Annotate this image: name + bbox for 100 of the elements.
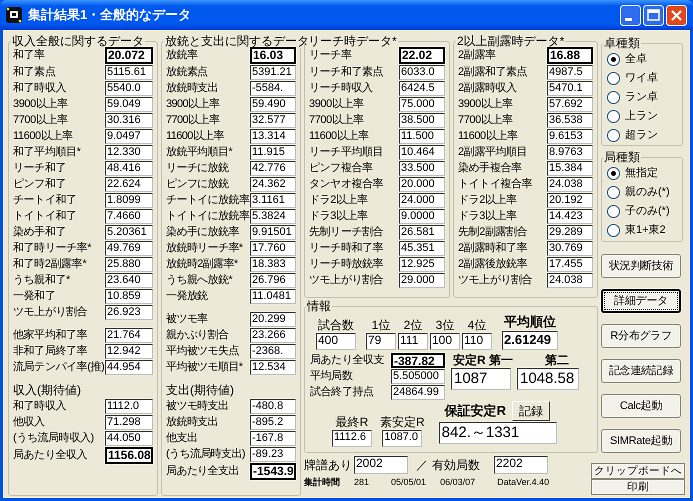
field-label: 安定R 第一 [452,352,514,368]
value-field: 16.88 [547,46,593,64]
field-label: 3900以上率 [166,97,220,111]
value-field: 48.416 [105,160,153,176]
value-field: 59.049 [105,96,153,112]
value-field: 13.314 [250,128,296,144]
field-label: 保証安定R [444,402,506,420]
action-button[interactable]: 記念連続記録 [601,359,681,383]
value-field: 5470.1 [547,80,593,96]
value-field: 24.362 [250,176,296,192]
value-field: 110 [462,333,492,350]
value-field: 3.1161 [250,192,296,208]
field-label: ツモ上がり割合 [13,305,88,319]
record-button[interactable]: 記録 [512,401,550,421]
field-label: ドラ3以上率 [458,209,517,223]
value-field: 44.954 [105,360,153,374]
value-field: -89.23 [250,446,296,462]
value-field: 23.640 [105,272,153,288]
value-field: 1087 [451,368,511,390]
field-label: 放銃平均順目* [166,145,232,159]
field-label: リーチ時放銃率 [309,257,384,271]
field-label: 2副露時収入 [458,81,517,95]
field-label: リーチ時収入 [309,81,373,95]
radio-label: 東1+東2 [625,223,666,238]
action-button[interactable]: R分布グラフ [601,324,681,348]
value-field: 12.925 [399,256,445,272]
field-label: 他支出 [166,431,198,445]
group-title: 2以上副露時データ* [456,34,566,48]
value-field: 30.769 [547,240,593,256]
maximize-icon[interactable] [643,4,664,26]
field-label: 2副露時和了率 [458,241,528,255]
value-field: 24.038 [547,272,593,288]
radio-button[interactable] [607,110,620,123]
field-label: 4位 [468,317,486,333]
field-label: 2副露和了素点 [458,65,528,79]
field-label: 2位 [404,317,422,333]
value-field: 26.796 [250,272,296,288]
radio-button[interactable] [607,186,620,199]
radio-button[interactable] [607,167,620,180]
radio-label: 上ラン [625,109,658,124]
field-label: 染め手和了 [13,225,66,239]
field-label: リーチ和了素点 [309,65,384,79]
field-label: 平均被ツモ順目* [166,360,242,374]
radio-label: 子のみ(*) [625,204,670,220]
value-field: 16.03 [250,46,296,64]
field-label: 1位 [372,317,390,333]
radio-button[interactable] [607,72,620,85]
value-field: 17.455 [547,256,593,272]
value-field: 24.038 [547,176,593,192]
radio-button[interactable] [607,129,620,142]
field-label: (うち流局時支出) [166,447,245,461]
field-label: 放銃時支出 [166,415,218,429]
value-field: 12.942 [105,344,153,358]
field-label: 被ツモ率 [166,312,208,326]
field-label: 平均被ツモ失点 [166,344,239,358]
action-button[interactable]: SIMRate起動 [601,429,681,453]
minimize-icon[interactable] [620,4,641,26]
field-label: 3位 [436,317,454,333]
value-field: -387.82 [391,352,445,368]
radio-button[interactable] [607,91,620,104]
group-title: 収入全般に関するデータ [11,34,145,48]
value-field: 59.490 [250,96,296,112]
version-text: DataVer.4.40 [497,476,550,488]
value-field: 5.505000 [391,368,445,384]
value-field: 29.289 [547,224,593,240]
value-field: 11.0481 [250,288,296,304]
field-label: 局あたり全収入 [13,448,88,462]
field-label: リーチ平均順目 [309,145,384,159]
radio-label: 全卓 [625,52,647,68]
print-button[interactable]: 印刷 [591,479,685,495]
action-button[interactable]: 詳細データ [601,289,681,313]
value-field: 5.3824 [250,208,296,224]
value-field: 2.61249 [502,331,558,350]
value-field: 5115.61 [105,64,153,80]
field-label: 放銃時リーチ率* [166,241,242,255]
radio-button[interactable] [607,205,620,218]
field-label: 集計時間 [304,476,340,488]
clipboard-button[interactable]: クリップボードへ [591,463,685,479]
value-field: 18.383 [250,256,296,272]
field-label: 和了時2副露率* [13,257,86,271]
action-button[interactable]: 状況判断技術 [601,254,681,278]
value-field: 9.6153 [547,128,593,144]
field-label: 他家平均和了率 [13,328,88,342]
value-field: 24864.99 [391,384,445,400]
field-label: 放銃素点 [166,65,208,79]
field-label: 試合終了持点 [310,384,375,400]
value-field: 400 [316,333,356,350]
field-label: ピンフ和了 [13,177,66,191]
value-field: 71.298 [105,414,153,430]
field-label: 和了率 [13,48,45,62]
field-label: リーチ時和了率 [309,241,384,255]
value-field: 10.464 [399,144,445,160]
field-label: リーチ率 [309,48,352,62]
value-field: 12.534 [250,360,296,374]
radio-button[interactable] [607,224,620,237]
field-label: トイトイ和了 [13,209,77,223]
action-button[interactable]: Calc起動 [601,394,681,418]
radio-button[interactable] [607,53,620,66]
field-label: ピンフ複合率 [309,161,373,175]
close-icon[interactable] [666,4,687,26]
